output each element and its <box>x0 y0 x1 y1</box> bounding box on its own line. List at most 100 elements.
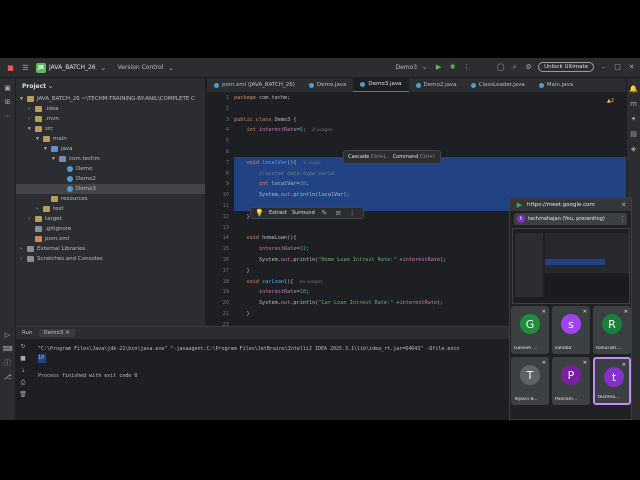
line-number: 13 <box>222 224 229 231</box>
left-tool-strip: ▣ ⊞ ⋯ ▷ ⌨ ⓘ ⎇ <box>0 78 16 420</box>
rerun-icon[interactable]: ↻ <box>19 342 28 351</box>
expand-arrow-icon[interactable]: › <box>28 116 35 122</box>
database-icon[interactable]: ▤ <box>629 129 638 138</box>
print-icon[interactable]: ⎙ <box>19 378 28 387</box>
expand-arrow-icon[interactable]: › <box>36 206 43 212</box>
usages-hint[interactable]: 4 usages <box>312 128 332 133</box>
expand-arrow-icon[interactable]: › <box>28 216 35 222</box>
tree-item[interactable]: Demo3 <box>16 184 205 194</box>
editor-tab[interactable]: pom.xml (JAVA_BATCH_26) <box>207 78 302 92</box>
expand-arrow-icon[interactable]: ▾ <box>44 146 51 152</box>
scroll-end-icon[interactable]: ⇣ <box>19 366 28 375</box>
more-icon[interactable]: ⋮ <box>348 209 357 218</box>
tree-item[interactable]: resources <box>16 194 205 204</box>
expand-arrow-icon[interactable]: ▾ <box>20 96 27 102</box>
unlock-ultimate-button[interactable]: Unlock Ultimate <box>538 62 594 72</box>
tree-item[interactable]: Demo2 <box>16 174 205 184</box>
tree-item[interactable]: pom.xml <box>16 234 205 244</box>
command-option[interactable]: Command Ctrl+I <box>393 154 435 160</box>
maximize-icon[interactable]: □ <box>613 63 622 72</box>
run-icon[interactable]: ▶ <box>434 63 443 72</box>
java-file-icon <box>214 82 219 88</box>
tree-item-label: Demo <box>76 166 93 172</box>
tree-item[interactable]: ▾ main <box>16 134 205 144</box>
expand-arrow-icon[interactable]: ▾ <box>36 136 43 142</box>
screen-share-preview[interactable] <box>512 228 630 304</box>
editor-tab[interactable]: Demo2.java <box>409 78 464 92</box>
meet-url[interactable]: https://meet.google.com <box>527 202 595 208</box>
bulb-icon[interactable]: 💡 <box>255 209 264 218</box>
editor-tab[interactable]: Demo3.java <box>353 78 409 92</box>
more-tools-icon[interactable]: ⋯ <box>3 111 12 120</box>
tree-item[interactable]: › External Libraries <box>16 244 205 254</box>
tree-item[interactable]: › .mvn <box>16 114 205 124</box>
participant-tile[interactable]: G ✕ Ganesh ... <box>511 306 549 354</box>
tree-item[interactable]: ▾ com.techm <box>16 154 205 164</box>
expand-arrow-icon[interactable]: ▾ <box>52 156 59 162</box>
tree-item[interactable]: › Scratches and Consoles <box>16 254 205 264</box>
vcs-menu[interactable]: Version Control ⌄ <box>118 63 176 72</box>
tree-item[interactable]: ▾ src <box>16 124 205 134</box>
editor-tab[interactable]: Main.java <box>532 78 580 92</box>
terminal-icon[interactable]: ⌨ <box>2 344 12 353</box>
debug-icon[interactable]: ✱ <box>448 63 457 72</box>
command-label: Command <box>392 154 419 160</box>
tree-item[interactable]: ▾ JAVA_BATCH_26 ~\TECHM-TRAINING-BY-ANIL\… <box>16 94 205 104</box>
participant-tile[interactable]: t ✕ techma... <box>593 357 631 405</box>
stop-icon[interactable]: ■ <box>19 354 28 363</box>
extract-button[interactable]: Extract <box>269 210 287 216</box>
more-icon[interactable]: ⋮ <box>618 215 627 224</box>
close-icon[interactable]: ✕ <box>627 63 636 72</box>
surround-button[interactable]: Surround <box>292 210 315 216</box>
ai-assistant-icon[interactable]: ✦ <box>629 114 638 123</box>
more-icon[interactable]: ⋮ <box>462 63 471 72</box>
usages-hint[interactable]: no usages <box>300 280 323 285</box>
expand-arrow-icon[interactable]: ▾ <box>28 126 35 132</box>
git-icon[interactable]: ⎇ <box>3 372 12 381</box>
tree-item[interactable]: › test <box>16 204 205 214</box>
tree-item-label: pom.xml <box>45 236 70 242</box>
maven-icon[interactable]: m <box>629 99 638 108</box>
folder-icon[interactable]: ▣ <box>3 83 12 92</box>
main-menu-icon[interactable]: ☰ <box>21 63 30 72</box>
console-output[interactable]: "C:\Program Files\Java\jdk-21\bin\java.e… <box>38 345 508 381</box>
gradle-icon[interactable]: ◈ <box>629 144 638 153</box>
search-icon[interactable]: ⌕ <box>510 63 519 72</box>
participant-tile[interactable]: T ✕ Tejasvi B... <box>511 357 549 405</box>
project-panel-title[interactable]: Project ⌄ <box>16 78 205 94</box>
participant-tile[interactable]: P ✕ Poonam... <box>552 357 590 405</box>
notifications-icon[interactable]: 🔔 <box>629 84 638 93</box>
run-tab-label[interactable]: Run <box>22 330 33 336</box>
cascade-option[interactable]: Cascade Ctrl+L <box>348 154 387 160</box>
run-config-tab[interactable]: Demo3 ✕ <box>38 329 75 337</box>
participant-tile[interactable]: s ✕ saheba <box>552 306 590 354</box>
expand-arrow-icon[interactable]: › <box>20 256 27 262</box>
editor-tab[interactable]: Demo.java <box>302 78 354 92</box>
edit-icon[interactable]: ✎ <box>320 209 329 218</box>
tree-item[interactable]: › .idea <box>16 104 205 114</box>
app-icon[interactable]: ■ <box>6 63 15 72</box>
tree-item[interactable]: Demo <box>16 164 205 174</box>
settings-icon[interactable]: ⚙ <box>524 63 533 72</box>
usages-hint[interactable]: 1 usage <box>303 161 321 166</box>
vcs-label: Version Control <box>117 64 164 71</box>
tree-item[interactable]: .gitignore <box>16 224 205 234</box>
tree-item[interactable]: ▾ java <box>16 144 205 154</box>
expand-arrow-icon[interactable]: › <box>20 246 27 252</box>
expand-arrow-icon[interactable]: › <box>28 106 35 112</box>
run-config-select[interactable]: Demo3 ⌄ <box>395 63 429 72</box>
chevron-down-icon: ⌄ <box>421 63 428 71</box>
run-tool-icon[interactable]: ▷ <box>3 330 12 339</box>
structure-icon[interactable]: ⊞ <box>3 97 12 106</box>
problems-icon[interactable]: ⓘ <box>3 358 12 367</box>
meet-header: ▶ https://meet.google.com ✕ <box>510 198 631 211</box>
close-icon[interactable]: ✕ <box>619 200 628 209</box>
tree-item[interactable]: › target <box>16 214 205 224</box>
editor-tab[interactable]: ClassLoader.java <box>464 78 532 92</box>
project-switcher[interactable]: JB JAVA_BATCH_26 ⌄ <box>36 62 108 73</box>
trash-icon[interactable]: 🗑 <box>19 390 28 399</box>
participant-tile[interactable]: R ✕ Rahul Bh... <box>593 306 631 354</box>
minimize-icon[interactable]: – <box>599 63 608 72</box>
account-icon[interactable]: ◯ <box>496 63 505 72</box>
format-icon[interactable]: ≡ <box>334 209 343 218</box>
